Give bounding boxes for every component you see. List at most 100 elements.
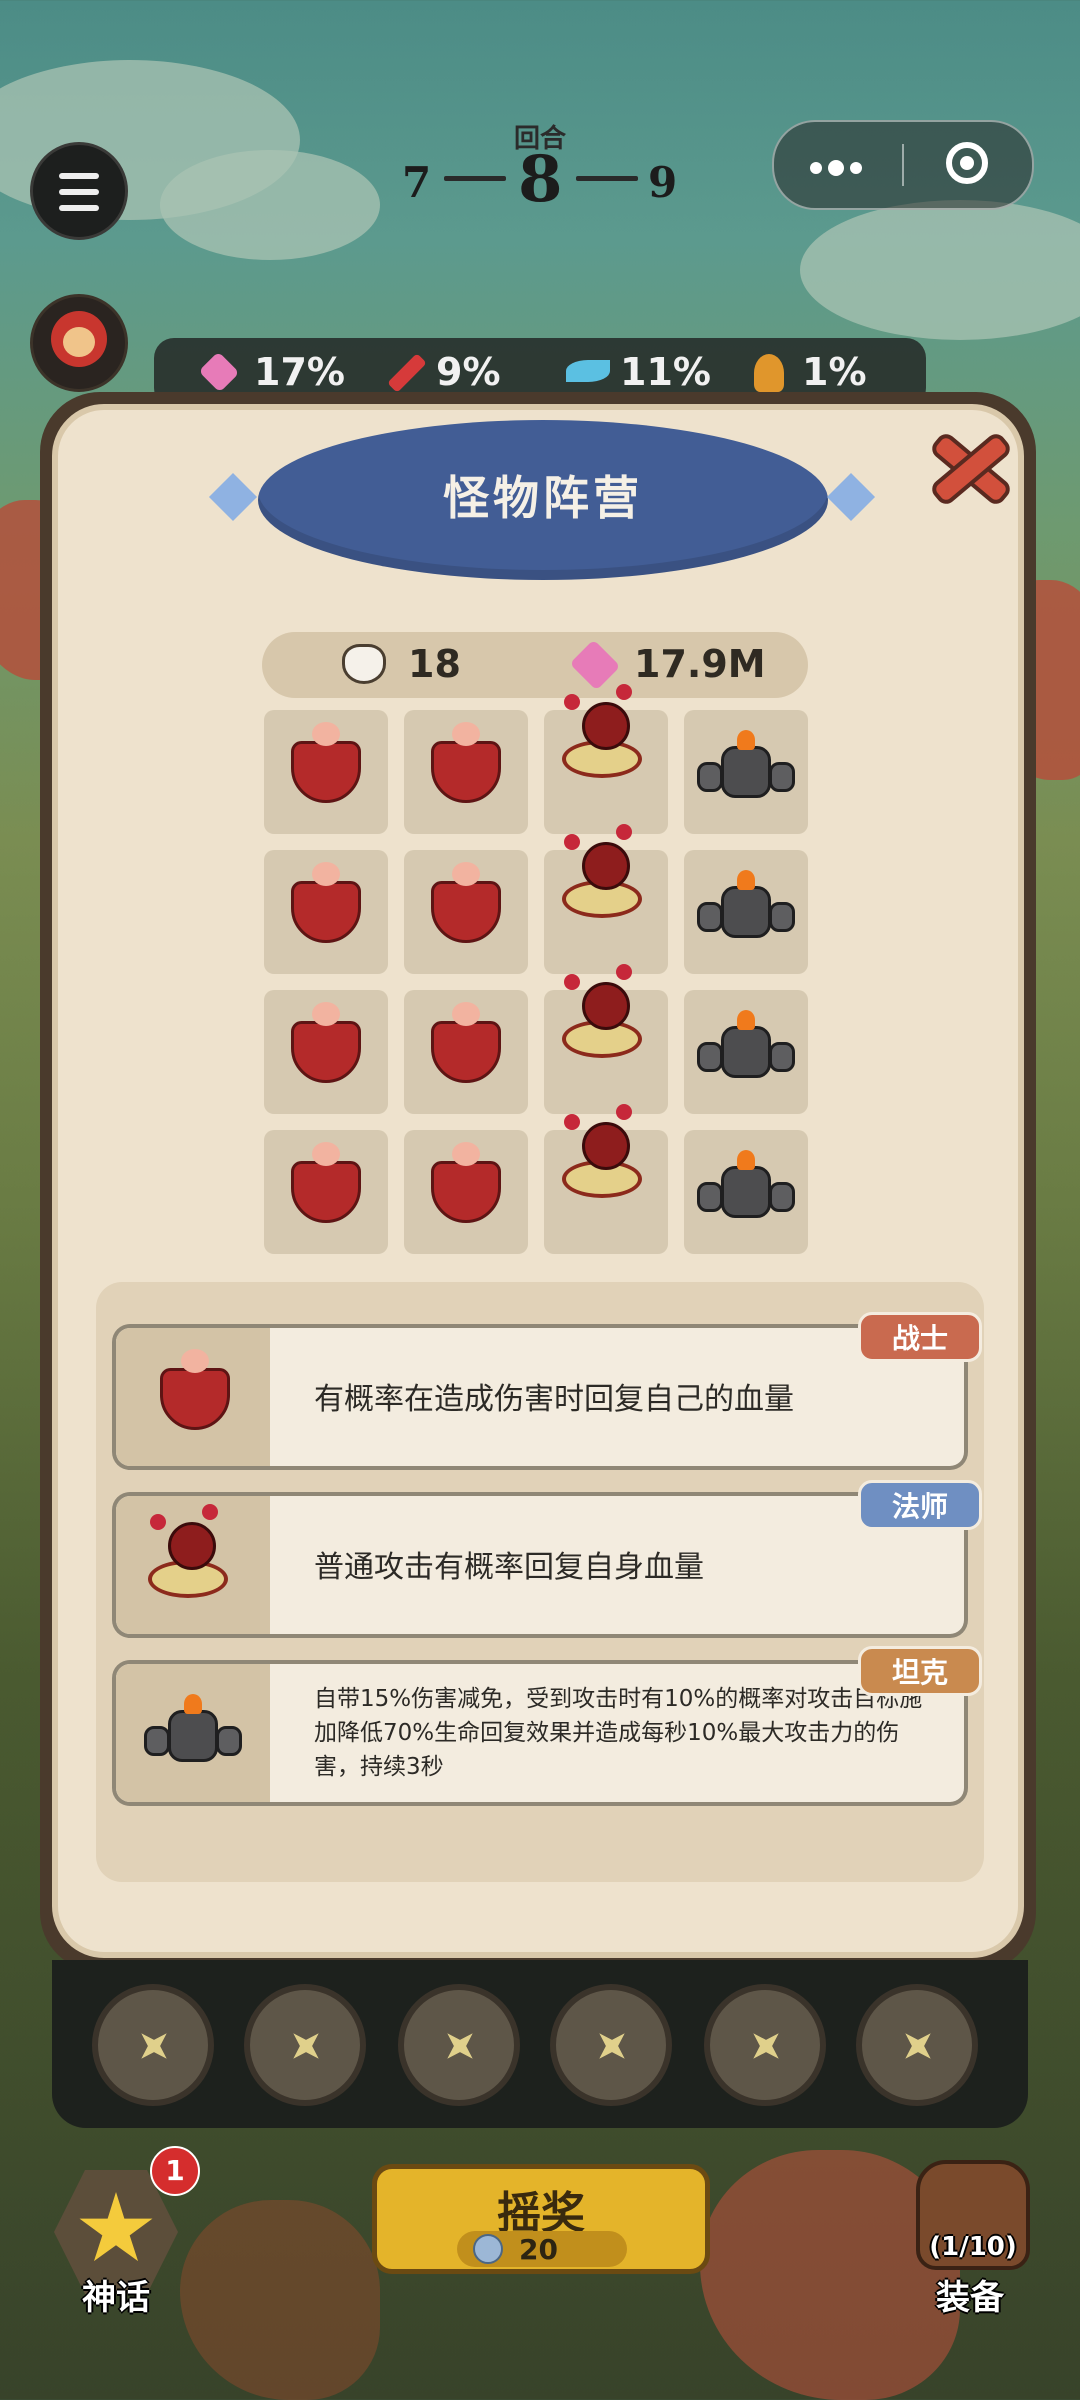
monster-cell[interactable] xyxy=(544,1104,668,1254)
sword-icon xyxy=(387,353,427,393)
monster-cell[interactable] xyxy=(264,850,388,974)
warrior-monster-icon xyxy=(431,722,501,803)
card-body: 普通攻击有概率回复自身血量 xyxy=(116,1496,964,1634)
card-body: 有概率在造成伤害时回复自己的血量 xyxy=(116,1328,964,1466)
skill-slot-4[interactable] xyxy=(550,1984,672,2106)
monster-cell[interactable] xyxy=(404,710,528,834)
equip-label: 装备 xyxy=(936,2278,1004,2318)
round-divider xyxy=(576,176,638,181)
mage-monster-icon xyxy=(558,824,654,926)
round-next: 9 xyxy=(648,158,678,207)
skill-slot-2[interactable] xyxy=(244,1984,366,2106)
warrior-monster-icon xyxy=(160,1349,230,1430)
stat-heart: 17% xyxy=(254,350,345,394)
wing-icon xyxy=(566,360,610,382)
background-flower xyxy=(180,2200,380,2400)
sparkle-icon xyxy=(741,2021,792,2072)
more-options-button[interactable] xyxy=(810,158,868,178)
type-description: 普通攻击有概率回复自身血量 xyxy=(314,1550,704,1585)
mage-monster-icon xyxy=(558,684,654,786)
monster-cell[interactable] xyxy=(544,964,668,1114)
tank-monster-icon xyxy=(697,1010,795,1088)
warrior-monster-icon xyxy=(291,1002,361,1083)
stat-sword: 9% xyxy=(436,350,501,394)
type-description: 有概率在造成伤害时回复自己的血量 xyxy=(314,1382,794,1417)
mage-thumbnail xyxy=(116,1496,270,1634)
tank-monster-icon xyxy=(697,730,795,808)
warrior-monster-icon xyxy=(291,1142,361,1223)
close-button[interactable] xyxy=(916,418,1016,518)
type-card-warrior: 有概率在造成伤害时回复自己的血量 xyxy=(112,1324,968,1470)
mage-monster-icon xyxy=(558,1104,654,1206)
sparkle-icon xyxy=(435,2021,486,2072)
skill-slot-6[interactable] xyxy=(856,1984,978,2106)
tank-monster-icon xyxy=(144,1694,242,1772)
myth-label: 神话 xyxy=(82,2278,150,2318)
capsule-divider xyxy=(902,144,904,186)
warrior-monster-icon xyxy=(291,722,361,803)
sparkle-icon xyxy=(281,2021,332,2072)
panel-title: 怪物阵营 xyxy=(443,471,643,525)
monster-cell[interactable] xyxy=(684,990,808,1114)
tank-monster-icon xyxy=(697,870,795,948)
monster-cell[interactable] xyxy=(264,710,388,834)
tag-tank: 坦克 xyxy=(858,1646,982,1696)
monster-cell[interactable] xyxy=(404,990,528,1114)
tag-warrior: 战士 xyxy=(858,1312,982,1362)
round-prev: 7 xyxy=(402,158,432,207)
warrior-monster-icon xyxy=(431,1002,501,1083)
spin-cost-value: 20 xyxy=(519,2233,558,2266)
sparkle-icon xyxy=(893,2021,944,2072)
sparkle-icon xyxy=(129,2021,180,2072)
monster-cell[interactable] xyxy=(544,824,668,974)
total-hp: 17.9M xyxy=(634,642,766,686)
background-cloud xyxy=(160,150,380,260)
skill-slot-5[interactable] xyxy=(704,1984,826,2106)
monster-cell[interactable] xyxy=(684,710,808,834)
player-avatar[interactable] xyxy=(30,294,128,392)
mage-monster-icon xyxy=(558,964,654,1066)
monster-cell[interactable] xyxy=(684,850,808,974)
monster-cell[interactable] xyxy=(264,990,388,1114)
round-current: 8 xyxy=(518,142,563,217)
round-divider xyxy=(444,176,506,181)
type-description: 自带15%伤害减免，受到攻击时有10%的概率对攻击目标施加降低70%生命回复效果… xyxy=(314,1686,923,1780)
type-card-mage: 普通攻击有概率回复自身血量 xyxy=(112,1492,968,1638)
equip-count: (1/10) xyxy=(929,2232,1017,2262)
background-cloud xyxy=(800,200,1080,340)
tank-monster-icon xyxy=(697,1150,795,1228)
warrior-monster-icon xyxy=(431,862,501,943)
myth-notification-badge: 1 xyxy=(150,2146,200,2196)
monster-cell[interactable] xyxy=(404,1130,528,1254)
tank-thumbnail xyxy=(116,1664,270,1802)
skull-icon xyxy=(342,644,386,684)
monster-count: 18 xyxy=(408,642,461,686)
sparkle-icon xyxy=(587,2021,638,2072)
monster-cell[interactable] xyxy=(264,1130,388,1254)
skill-slot-1[interactable] xyxy=(92,1984,214,2106)
mini-program-capsule xyxy=(772,120,1034,210)
monster-cell[interactable] xyxy=(544,684,668,834)
spin-cost: 20 xyxy=(457,2231,627,2267)
card-body: 自带15%伤害减免，受到攻击时有10%的概率对攻击目标施加降低70%生命回复效果… xyxy=(116,1664,964,1802)
warrior-monster-icon xyxy=(431,1142,501,1223)
flame-icon xyxy=(754,354,784,392)
warrior-monster-icon xyxy=(291,862,361,943)
stat-wing: 11% xyxy=(620,350,711,394)
type-card-tank: 自带15%伤害减免，受到攻击时有10%的概率对攻击目标施加降低70%生命回复效果… xyxy=(112,1660,968,1806)
faction-summary: 18 17.9M xyxy=(262,632,808,698)
heart-icon xyxy=(198,351,240,393)
close-miniprogram-icon[interactable] xyxy=(946,142,988,184)
tag-mage: 法师 xyxy=(858,1480,982,1530)
monster-grid xyxy=(264,684,812,1258)
menu-button[interactable] xyxy=(30,142,128,240)
stat-flame: 1% xyxy=(802,350,867,394)
gem-icon xyxy=(473,2234,503,2264)
monster-cell[interactable] xyxy=(404,850,528,974)
warrior-thumbnail xyxy=(116,1328,270,1466)
mage-monster-icon xyxy=(144,1504,240,1606)
skill-slot-3[interactable] xyxy=(398,1984,520,2106)
heart-icon xyxy=(569,639,621,691)
spin-button[interactable]: 摇奖 20 xyxy=(372,2164,710,2274)
monster-cell[interactable] xyxy=(684,1130,808,1254)
